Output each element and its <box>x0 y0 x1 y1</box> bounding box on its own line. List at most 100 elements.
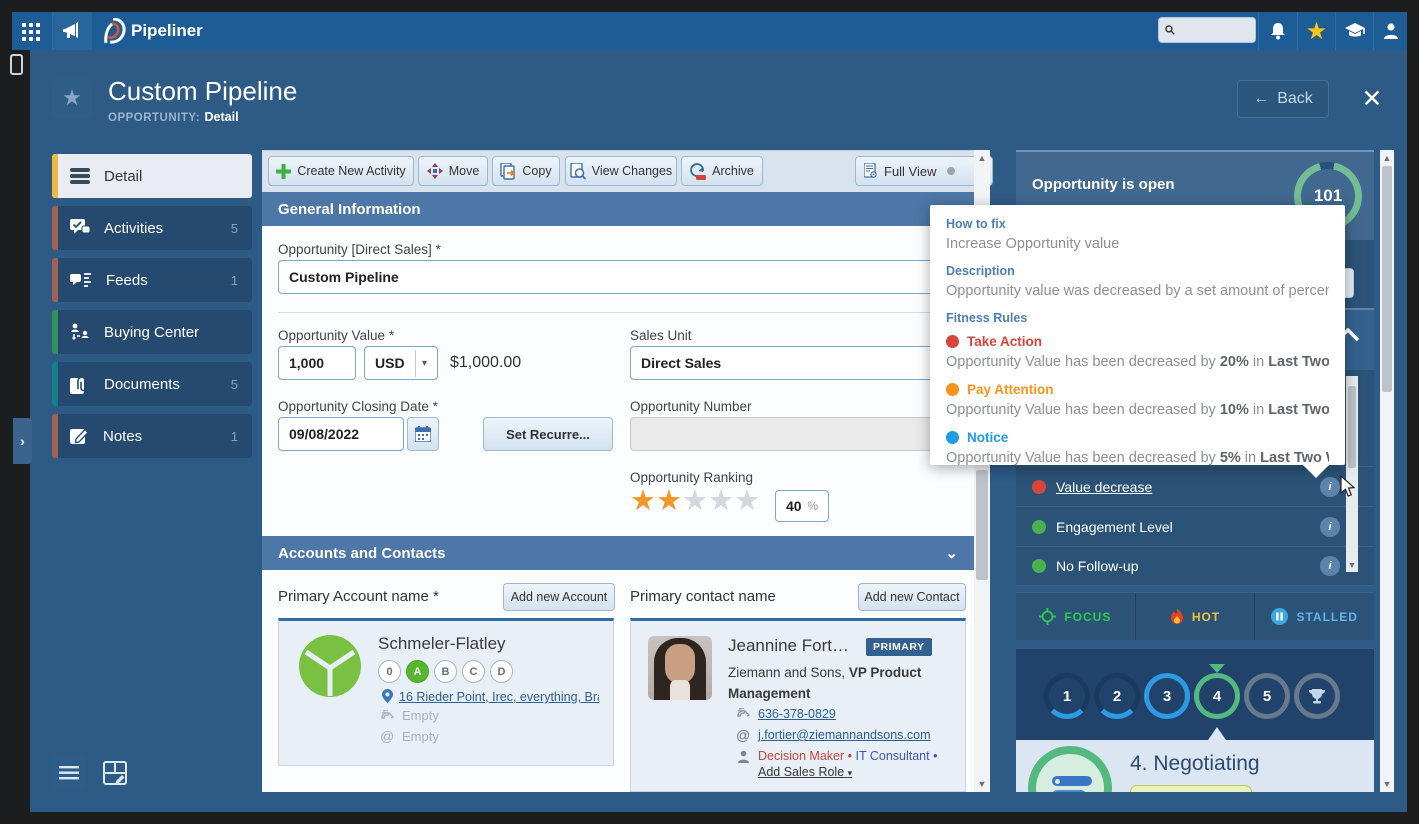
add-sales-role-link[interactable]: Add Sales Role ▾ <box>758 765 852 779</box>
ranking-star-empty[interactable]: ★ <box>734 485 760 517</box>
ranking-stars: ★★★★★ <box>630 486 760 516</box>
section-title: Accounts and Contacts <box>278 545 446 562</box>
row-label[interactable]: Engagement Level <box>1056 519 1173 535</box>
scrollbar-thumb[interactable] <box>1382 166 1392 392</box>
favorites-star-icon[interactable]: ★ <box>1297 12 1335 50</box>
focus-button[interactable]: FOCUS <box>1016 593 1136 640</box>
chevron-down-icon[interactable]: ⌄ <box>945 544 958 562</box>
notifications-bell-icon[interactable] <box>1258 12 1297 50</box>
account-name[interactable]: Schmeler-Flatley <box>378 634 506 654</box>
contact-company[interactable]: Ziemann and Sons, <box>728 665 845 680</box>
menu-list-button[interactable] <box>52 756 86 790</box>
fitness-row-engagement-level[interactable]: Engagement Level i <box>1016 506 1374 546</box>
set-recurrence-button[interactable]: Set Recurre... <box>483 417 613 451</box>
archive-button[interactable]: Archive <box>681 156 763 186</box>
info-icon[interactable]: i <box>1320 477 1340 497</box>
button-label: Add new Account <box>511 590 608 604</box>
back-label: Back <box>1277 90 1313 108</box>
learning-graduation-cap-icon[interactable] <box>1335 12 1373 50</box>
info-icon[interactable]: i <box>1320 517 1340 537</box>
announcements-megaphone-icon[interactable] <box>52 12 92 50</box>
rating-0[interactable]: 0 <box>378 660 401 683</box>
sidebar-item-notes[interactable]: Notes 1 <box>52 414 252 458</box>
add-account-button[interactable]: Add new Account <box>503 583 615 611</box>
pipeline-step-4-current[interactable]: 4 <box>1194 673 1240 719</box>
rating-c[interactable]: C <box>462 660 485 683</box>
move-button[interactable]: Move <box>418 156 488 186</box>
sales-unit-input[interactable] <box>630 346 952 380</box>
section-general-information[interactable]: General Information <box>262 192 974 226</box>
role-it-consultant[interactable]: IT Consultant <box>855 749 929 763</box>
sidebar-item-feeds[interactable]: Feeds 1 <box>52 258 252 302</box>
scrollbar-thumb[interactable] <box>1348 386 1356 468</box>
scroll-down-arrow[interactable]: ▼ <box>1346 560 1358 570</box>
row-label[interactable]: Value decrease <box>1056 479 1152 495</box>
rule-pay-attention-text: Opportunity Value has been decreased by … <box>946 402 1329 418</box>
opportunity-value-label: Opportunity Value * <box>278 328 394 343</box>
sidebar-item-detail[interactable]: Detail <box>52 154 252 198</box>
activities-icon <box>70 219 90 237</box>
account-phone-empty: Empty <box>402 708 439 723</box>
back-button[interactable]: ← Back <box>1237 80 1329 118</box>
panel-inner-scrollbar[interactable]: ▼ <box>1346 376 1358 572</box>
favorite-star-toggle[interactable]: ★ <box>52 78 92 118</box>
app-grid-icon[interactable] <box>22 23 46 41</box>
close-icon[interactable]: ✕ <box>1352 80 1392 118</box>
location-pin-icon <box>382 689 393 703</box>
customize-layout-button[interactable] <box>98 756 132 790</box>
info-icon[interactable]: i <box>1320 556 1340 576</box>
window-scrollbar[interactable]: ▲ ▼ <box>1380 150 1394 792</box>
row-label[interactable]: No Follow-up <box>1056 558 1138 574</box>
full-view-dropdown[interactable]: Full View ▾ <box>855 156 993 186</box>
scroll-up-arrow[interactable]: ▲ <box>974 153 990 163</box>
scroll-down-arrow[interactable]: ▼ <box>974 779 990 789</box>
ranking-star-filled[interactable]: ★ <box>656 485 682 517</box>
profile-person-icon[interactable] <box>1373 12 1407 50</box>
copy-button[interactable]: Copy <box>492 156 560 186</box>
currency-select[interactable]: USD ▾ <box>364 346 438 380</box>
global-search[interactable] <box>1158 17 1256 43</box>
pipeline-step-5[interactable]: 5 <box>1244 673 1290 719</box>
rule-notice: Notice <box>946 430 1329 445</box>
contact-name[interactable]: Jeannine Fort… <box>728 636 849 656</box>
opportunity-name-input[interactable] <box>278 260 952 294</box>
sidebar-item-activities[interactable]: Activities 5 <box>52 206 252 250</box>
ranking-percent-field[interactable]: 40 % <box>775 490 829 522</box>
scroll-up-arrow[interactable]: ▲ <box>1380 153 1394 163</box>
closing-date-input[interactable] <box>278 417 404 451</box>
ranking-star-empty[interactable]: ★ <box>708 485 734 517</box>
rating-d[interactable]: D <box>490 660 513 683</box>
section-accounts-contacts[interactable]: Accounts and Contacts ⌄ <box>262 536 974 570</box>
contact-email-link[interactable]: j.fortier@ziemannandsons.com <box>758 728 931 742</box>
expand-panel-chevron-right[interactable]: › <box>13 418 32 464</box>
opportunity-value-input[interactable] <box>278 346 356 380</box>
calendar-button[interactable] <box>407 417 439 451</box>
scrollbar-thumb[interactable] <box>976 470 988 580</box>
pipeline-step-3[interactable]: 3 <box>1144 673 1190 719</box>
tab-stripe <box>52 258 58 302</box>
search-input[interactable] <box>1175 22 1249 39</box>
stalled-button[interactable]: STALLED <box>1255 593 1374 640</box>
current-step-marker <box>1209 664 1225 673</box>
view-changes-button[interactable]: View Changes <box>565 156 677 186</box>
ranking-star-empty[interactable]: ★ <box>682 485 708 517</box>
how-to-fix-text: Increase Opportunity value <box>946 236 1329 252</box>
arrow-left-icon: ← <box>1253 90 1269 108</box>
sidebar-item-documents[interactable]: Documents 5 <box>52 362 252 406</box>
add-contact-button[interactable]: Add new Contact <box>858 583 966 611</box>
pipeline-step-1[interactable]: 1 <box>1044 673 1090 719</box>
pipeline-step-won[interactable] <box>1294 673 1340 719</box>
pipeline-step-2[interactable]: 2 <box>1094 673 1140 719</box>
rating-b[interactable]: B <box>434 660 457 683</box>
role-decision-maker[interactable]: Decision Maker <box>758 749 844 763</box>
create-new-activity-button[interactable]: Create New Activity <box>268 156 414 186</box>
fitness-row-no-follow-up[interactable]: No Follow-up i <box>1016 546 1374 586</box>
ranking-star-filled[interactable]: ★ <box>630 485 656 517</box>
hot-button[interactable]: HOT <box>1136 593 1256 640</box>
tab-stripe <box>52 154 58 198</box>
contact-phone-link[interactable]: 636-378-0829 <box>758 707 836 721</box>
scroll-down-arrow[interactable]: ▼ <box>1380 779 1394 789</box>
rating-a[interactable]: A <box>406 660 429 683</box>
account-address-link[interactable]: 16 Rieder Point, Irec, everything, Braz <box>399 690 599 704</box>
sidebar-item-buying-center[interactable]: Buying Center <box>52 310 252 354</box>
